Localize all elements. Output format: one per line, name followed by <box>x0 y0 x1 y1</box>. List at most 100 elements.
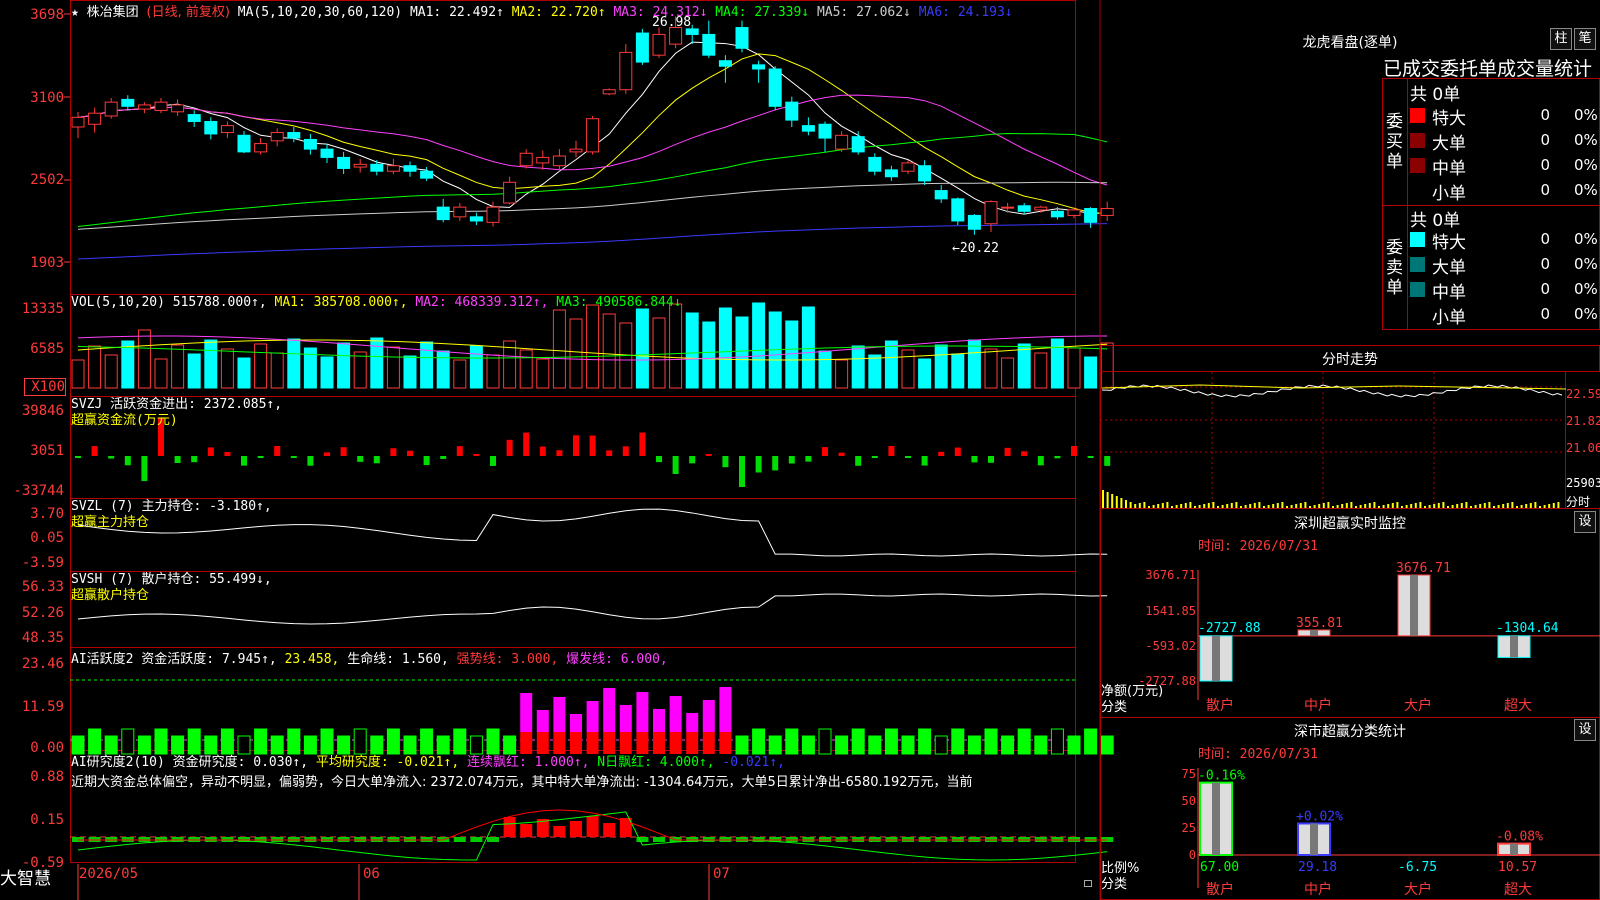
intraday-volume-bar <box>1258 502 1261 508</box>
intraday-volume-bar <box>1364 504 1367 508</box>
cls-tick-2: 25 <box>1182 821 1196 835</box>
intraday-volume-bar <box>1483 503 1486 508</box>
sz-bar-0 <box>1199 635 1233 682</box>
intraday-volume-bar <box>1525 504 1528 508</box>
intraday-volume-bar <box>1442 502 1445 508</box>
sz-category-0: 散户 <box>1206 697 1234 714</box>
cls-change-label-0: -0.16% <box>1198 769 1245 784</box>
intraday-volume-bar <box>1552 503 1555 508</box>
intraday-volume-bar <box>1143 502 1146 508</box>
cls-bar-0 <box>1199 781 1233 857</box>
cls-value-label-3: 10.57 <box>1498 860 1537 875</box>
intraday-volume-bar <box>1198 505 1201 508</box>
intraday-volume-bar <box>1120 498 1123 508</box>
intraday-volume-bar <box>1166 502 1169 508</box>
intraday-volume-bar <box>1272 504 1275 508</box>
intraday-tick-4: 分时 <box>1566 495 1590 509</box>
intraday-volume-bar <box>1373 502 1376 508</box>
intraday-volume-bar <box>1253 503 1256 508</box>
intraday-volume-bar <box>1543 505 1546 508</box>
intraday-tick-2: 21.06 <box>1566 441 1600 455</box>
sz-bar-shade <box>1410 575 1418 636</box>
cls-bar-1 <box>1297 822 1331 856</box>
intraday-volume-bar <box>1322 503 1325 508</box>
intraday-volume-bar <box>1290 505 1293 508</box>
cls-change-label-3: -0.08% <box>1496 830 1543 845</box>
intraday-volume-bar <box>1212 502 1215 508</box>
intraday-volume-bar <box>1424 506 1426 508</box>
intraday-volume-bar <box>1217 506 1219 508</box>
intraday-volume-bar <box>1148 506 1150 508</box>
intraday-volume-bar <box>1359 505 1362 508</box>
intraday-volume-bar <box>1474 505 1477 508</box>
cls-tick-3: 0 <box>1189 848 1196 862</box>
intraday-volume-bar <box>1299 503 1302 508</box>
intraday-volume-bar <box>1405 505 1408 508</box>
intraday-volume-bar <box>1313 505 1316 508</box>
cls-bar-shade <box>1510 843 1518 855</box>
intraday-volume-bar <box>1102 490 1104 508</box>
intraday-volume-bar <box>1152 505 1155 508</box>
intraday-tick-1: 21.82 <box>1566 414 1600 428</box>
intraday-volume-bar <box>1401 506 1403 508</box>
intraday-volume-bar <box>1460 503 1463 508</box>
intraday-volume-bar <box>1304 502 1307 508</box>
intraday-volume-bar <box>1230 503 1233 508</box>
intraday-volume-bar <box>1465 502 1468 508</box>
intraday-volume-bar <box>1336 505 1339 508</box>
sz-tick-1: 1541.85 <box>1145 604 1196 618</box>
intraday-volume-bar <box>1194 506 1196 508</box>
cls-category-1: 中户 <box>1304 881 1332 898</box>
intraday-volume-bar <box>1263 506 1265 508</box>
intraday-volume-bar <box>1345 503 1348 508</box>
intraday-volume-bar <box>1396 502 1399 508</box>
intraday-volume-bar <box>1341 504 1344 508</box>
intraday-volume-bar <box>1428 505 1431 508</box>
intraday-volume-bar <box>1276 503 1279 508</box>
cls-bar-3 <box>1497 842 1531 857</box>
sz-bar-shade <box>1212 635 1220 681</box>
intraday-volume-bar <box>1171 506 1173 508</box>
intraday-volume-bar <box>1511 502 1514 508</box>
intraday-volume-bar <box>1203 504 1206 508</box>
intraday-volume-bar <box>1129 502 1132 508</box>
intraday-volume-bar <box>1125 500 1127 508</box>
intraday-tick-3: 25903 <box>1566 476 1600 490</box>
cls-bar-shade <box>1212 782 1220 855</box>
intraday-volume-bar <box>1295 504 1298 508</box>
intraday-volume-bar <box>1286 506 1288 508</box>
cls-tick-0: 75 <box>1182 767 1196 781</box>
intraday-volume-bar <box>1106 492 1109 508</box>
intraday-volume-bar <box>1327 502 1330 508</box>
intraday-volume-bar <box>1493 506 1495 508</box>
intraday-volume-bar <box>1175 505 1178 508</box>
intraday-volume-bar <box>1447 506 1449 508</box>
intraday-volume-bar <box>1451 505 1454 508</box>
intraday-volume-bar <box>1433 504 1436 508</box>
intraday-volume-bar <box>1368 503 1371 508</box>
intraday-volume-bar <box>1488 502 1491 508</box>
intraday-volume-bar <box>1235 502 1238 508</box>
right-charts: 22.59 21.82 21.06 25903 分时 3676.71 1541.85 -593… <box>1100 372 1600 898</box>
sz-tick-3: -2727.88 <box>1138 674 1196 688</box>
intraday-volume-bar <box>1134 504 1137 508</box>
intraday-volume-bar <box>1548 504 1551 508</box>
sz-value-label-3: -1304.64 <box>1496 621 1559 636</box>
intraday-volume-bar <box>1539 506 1541 508</box>
intraday-volume-bar <box>1240 506 1242 508</box>
intraday-volume-bar <box>1221 505 1224 508</box>
intraday-volume-bar <box>1111 494 1114 508</box>
intraday-volume-bar <box>1332 506 1334 508</box>
sz-category-2: 大户 <box>1404 697 1432 714</box>
intraday-volume-bar <box>1502 504 1505 508</box>
intraday-volume-bar <box>1244 505 1247 508</box>
intraday-volume-bar <box>1387 504 1390 508</box>
intraday-volume-bar <box>1189 502 1192 508</box>
intraday-volume-bar <box>1249 504 1252 508</box>
cls-category-0: 散户 <box>1206 881 1234 898</box>
sz-tick-2: -593.02 <box>1145 639 1196 653</box>
intraday-volume-bar <box>1318 504 1321 508</box>
sz-bar-shade <box>1510 635 1518 658</box>
cls-tick-1: 50 <box>1182 794 1196 808</box>
intraday-volume-bar <box>1497 505 1500 508</box>
